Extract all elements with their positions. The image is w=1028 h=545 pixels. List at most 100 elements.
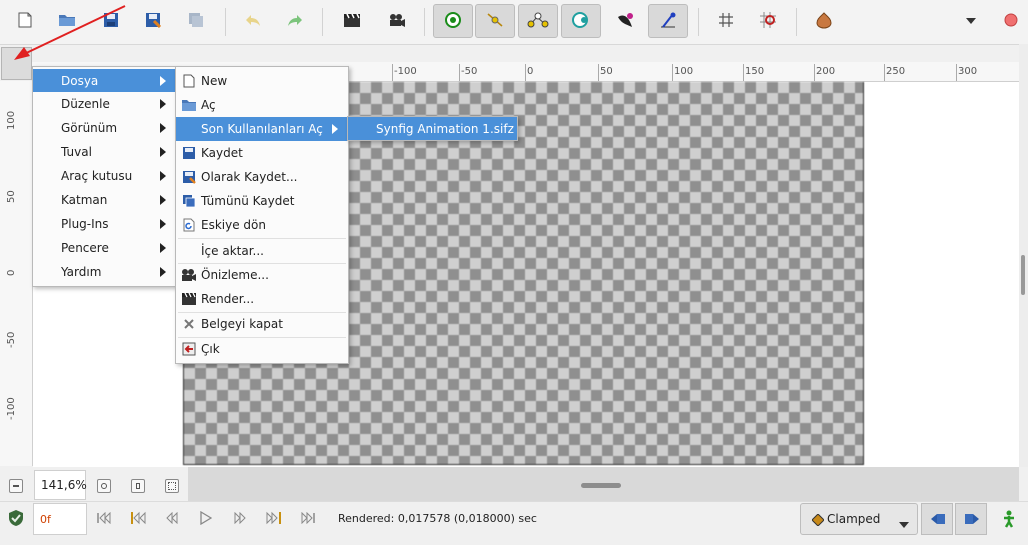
zoom-input[interactable]: 141,6% <box>34 470 87 500</box>
render-button[interactable] <box>337 6 367 36</box>
seek-next-frame-button[interactable] <box>229 508 251 530</box>
redo-button[interactable] <box>280 6 310 36</box>
sound-toggle-button[interactable] <box>997 505 1021 533</box>
file-menu-open[interactable]: Aç <box>176 93 348 117</box>
file-menu-preview[interactable]: Önizleme... <box>176 263 348 287</box>
position-duck-icon <box>444 11 462 32</box>
zoom-in-button[interactable] <box>97 479 111 493</box>
grid-icon <box>718 12 734 31</box>
canvas-main-menu: Dosya Düzenle Görünüm Tuval Araç kutusu … <box>32 66 177 287</box>
green-figure-icon <box>1001 510 1017 531</box>
menu-item-arac-kutusu[interactable]: Araç kutusu <box>33 164 176 188</box>
menu-item-label: Tuval <box>61 145 92 159</box>
ruler-tick-line <box>884 64 885 81</box>
annotation-arrow <box>14 5 126 60</box>
new-document-icon <box>181 73 197 89</box>
menu-item-label: Düzenle <box>61 97 110 111</box>
toggle-ducks-radius-button[interactable] <box>561 4 601 38</box>
undo-button[interactable] <box>238 6 268 36</box>
clamped-diamond-icon <box>811 513 825 529</box>
ruler-tick-label: 100 <box>6 110 17 130</box>
ruler-tick-label: 50 <box>6 190 17 203</box>
seek-begin-button[interactable] <box>93 508 115 530</box>
toggle-ducks-angle-button[interactable] <box>648 4 688 38</box>
file-menu-save-as[interactable]: Olarak Kaydet... <box>176 165 348 189</box>
prev-frame-icon <box>165 511 179 527</box>
file-menu-render[interactable]: Render... <box>176 287 348 311</box>
menu-item-label: Plug-Ins <box>61 217 109 231</box>
prev-keyframe-icon <box>130 511 146 528</box>
ruler-tick-line <box>598 64 599 81</box>
toggle-ducks-width-button[interactable] <box>610 6 640 36</box>
quit-icon <box>181 341 197 357</box>
ruler-tick-label: 200 <box>816 66 836 77</box>
seek-next-keyframe-button[interactable] <box>263 508 285 530</box>
file-menu-new[interactable]: New <box>176 69 348 93</box>
menu-item-label: Eskiye dön <box>201 218 266 232</box>
ruler-tick-line <box>392 64 393 81</box>
preview-camera-icon <box>388 12 406 31</box>
vertical-scrollbar-thumb[interactable] <box>1021 255 1025 295</box>
vertex-duck-icon <box>527 11 549 32</box>
interpolation-dropdown[interactable]: Clamped <box>800 503 918 535</box>
fit-page-icon <box>136 483 140 489</box>
onion-skin-button[interactable] <box>809 6 839 36</box>
seek-prev-frame-button[interactable] <box>161 508 183 530</box>
menu-item-gorunum[interactable]: Görünüm <box>33 116 176 140</box>
ruler-tick-line <box>672 64 673 81</box>
past-keyframes-lock-button[interactable] <box>921 503 953 535</box>
file-menu-save-all[interactable]: Tümünü Kaydet <box>176 189 348 213</box>
menu-item-katman[interactable]: Katman <box>33 188 176 212</box>
record-dot-icon <box>1004 13 1018 30</box>
toggle-ducks-tangent-button[interactable] <box>475 4 515 38</box>
horizontal-scrollbar-thumb[interactable] <box>581 483 621 488</box>
menu-item-pencere[interactable]: Pencere <box>33 236 176 260</box>
zoom-100-button[interactable] <box>165 479 179 493</box>
toolbar-overflow-button[interactable] <box>956 6 986 36</box>
seek-end-button[interactable] <box>297 508 319 530</box>
toggle-snap-button[interactable] <box>753 6 783 36</box>
revert-icon <box>181 217 197 233</box>
next-keyframe-icon <box>266 511 282 528</box>
play-button[interactable] <box>195 508 217 530</box>
recent-file-item[interactable]: Synfig Animation 1.sifz <box>348 117 517 140</box>
toggle-grid-button[interactable] <box>711 6 741 36</box>
preview-button[interactable] <box>382 6 412 36</box>
radius-duck-icon <box>571 11 591 32</box>
undo-arrow-icon <box>244 12 262 31</box>
menu-item-duzenle[interactable]: Düzenle <box>33 92 176 116</box>
seek-end-icon <box>301 511 315 527</box>
file-menu-import[interactable]: İçe aktar... <box>176 239 348 263</box>
zoom-out-button[interactable] <box>9 479 23 493</box>
save-all-icon <box>188 12 204 31</box>
menu-item-label: Render... <box>201 292 255 306</box>
record-indicator[interactable] <box>996 6 1026 36</box>
toggle-ducks-position-button[interactable] <box>433 4 473 38</box>
menu-item-label: Pencere <box>61 241 109 255</box>
save-as-button[interactable] <box>138 6 168 36</box>
menu-item-plug-ins[interactable]: Plug-Ins <box>33 212 176 236</box>
zoom-fit-button[interactable] <box>131 479 145 493</box>
animation-mode-toggle[interactable] <box>5 508 27 530</box>
save-all-button[interactable] <box>181 6 211 36</box>
current-frame-input[interactable]: 0f <box>33 503 87 535</box>
menu-item-dosya[interactable]: Dosya <box>33 69 176 92</box>
menu-item-label: Synfig Animation 1.sifz <box>376 121 514 136</box>
render-clapper-icon <box>343 12 361 31</box>
file-menu-close-document[interactable]: Belgeyi kapat <box>176 312 348 336</box>
ruler-tick-line <box>743 64 744 81</box>
file-menu-revert[interactable]: Eskiye dön <box>176 213 348 237</box>
seek-prev-keyframe-button[interactable] <box>127 508 149 530</box>
toggle-ducks-vertex-button[interactable] <box>518 4 558 38</box>
current-frame-value: 0f <box>40 512 51 526</box>
future-keyframes-lock-button[interactable] <box>955 503 987 535</box>
file-menu-quit[interactable]: Çık <box>176 337 348 361</box>
file-menu-open-recent[interactable]: Son Kullanılanları Aç <box>176 117 348 141</box>
ruler-tick-label: 50 <box>600 66 613 77</box>
ruler-tick-label: 100 <box>674 66 694 77</box>
main-toolbar <box>0 0 1028 45</box>
menu-item-tuval[interactable]: Tuval <box>33 140 176 164</box>
menu-item-yardim[interactable]: Yardım <box>33 260 176 284</box>
menu-item-label: Çık <box>201 342 220 356</box>
file-menu-save[interactable]: Kaydet <box>176 141 348 165</box>
